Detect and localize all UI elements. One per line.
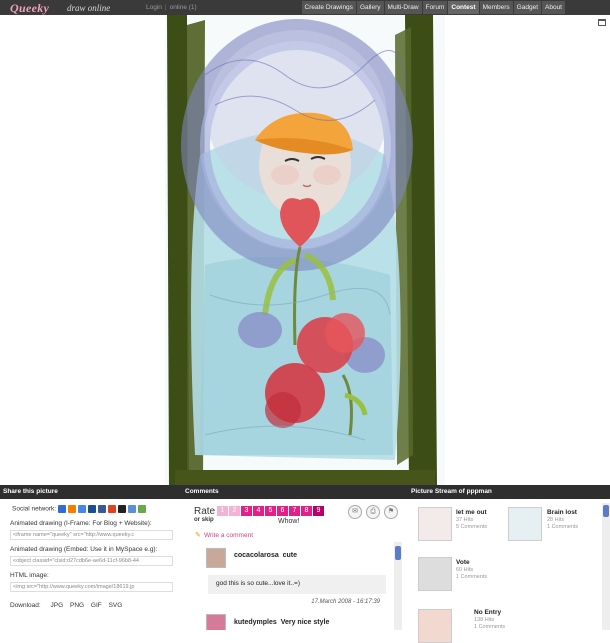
stream-hits: 60 Hits xyxy=(456,567,474,573)
google-icon[interactable] xyxy=(77,505,86,513)
rating-1[interactable]: 1 xyxy=(217,506,228,516)
iframe-code-field[interactable]: <iframe name="queeky" src="http://www.qu… xyxy=(10,530,173,540)
stream-title[interactable]: No Entry xyxy=(474,609,501,616)
online-count: online (1) xyxy=(169,4,197,11)
reddit-icon[interactable] xyxy=(137,505,146,513)
nav-members[interactable]: Members xyxy=(479,1,513,14)
download-label: Download: xyxy=(10,602,41,609)
stream-thumbnail[interactable] xyxy=(418,609,452,643)
myspace-icon[interactable] xyxy=(117,505,126,513)
html-code-field[interactable]: <img src="http://www.queeky.com/image/18… xyxy=(10,582,173,592)
login-area: Login | online (1) xyxy=(146,4,197,11)
download-row: Download: JPG PNG GIF SVG xyxy=(10,602,122,609)
nav-gallery[interactable]: Gallery xyxy=(356,1,384,14)
avatar[interactable] xyxy=(206,614,226,630)
stream-hits: 138 Hits xyxy=(474,617,495,623)
social-label: Social network: xyxy=(12,505,57,513)
rate-label: Rate xyxy=(194,506,216,517)
stream-heading: Picture Stream of pppman xyxy=(408,485,610,499)
facebook-icon[interactable] xyxy=(97,505,106,513)
blogger-icon[interactable] xyxy=(67,505,76,513)
stream-thumbnail[interactable] xyxy=(508,507,542,541)
stream-thumbnail[interactable] xyxy=(418,557,452,591)
print-icon[interactable]: ⎙ xyxy=(366,505,380,519)
comment-user[interactable]: cocacolarosa xyxy=(234,552,279,559)
rating-5[interactable]: 5 xyxy=(265,506,276,516)
rating-4[interactable]: 4 xyxy=(253,506,264,516)
stream-comments: 1 Comments xyxy=(456,574,488,580)
stream-comments: 5 Comments xyxy=(456,524,488,530)
object-code-field[interactable]: <object classid="clsid:d27cdb6e-ae6d-11c… xyxy=(10,556,173,566)
bookmark-icon[interactable]: ⚑ xyxy=(384,505,398,519)
write-comment-link[interactable]: Write a comment xyxy=(204,532,253,539)
queeky-logo[interactable]: Queeky xyxy=(10,1,49,16)
stumbleupon-icon[interactable] xyxy=(107,505,116,513)
comment-date: 17.March 2008 - 16:17:39 xyxy=(311,599,380,605)
stream-thumbnail[interactable] xyxy=(418,507,452,541)
comments-scrollbar[interactable] xyxy=(394,542,402,630)
rating-2[interactable]: 2 xyxy=(229,506,240,516)
rating-caption: Whow! xyxy=(278,518,300,525)
rating-7[interactable]: 7 xyxy=(289,506,300,516)
object-label: Animated drawing (Embed: Use it in MySpa… xyxy=(10,546,158,553)
download-gif[interactable]: GIF xyxy=(91,602,102,609)
drawing-artwork xyxy=(165,15,445,485)
download-svg[interactable]: SVG xyxy=(109,602,123,609)
rating-6[interactable]: 6 xyxy=(277,506,288,516)
top-bar: Queeky draw online Login | online (1) Crea… xyxy=(0,0,610,15)
nav-contest[interactable]: Contest xyxy=(448,1,479,14)
digg-icon[interactable] xyxy=(87,505,96,513)
stream-title[interactable]: let me out xyxy=(456,509,487,516)
login-link[interactable]: Login xyxy=(146,4,162,11)
skip-link[interactable]: or skip xyxy=(194,517,214,523)
rating-3[interactable]: 3 xyxy=(241,506,252,516)
nav-multi-draw[interactable]: Multi-Draw xyxy=(384,1,422,14)
comment-title: cute xyxy=(282,552,298,559)
stream-hits: 37 Hits xyxy=(456,517,474,523)
share-section: Social network: Animated drawing (I-Fram… xyxy=(0,499,182,630)
tagline: draw online xyxy=(67,3,111,13)
html-label: HTML image: xyxy=(10,572,49,579)
comment-header: cocacolarosa cute xyxy=(234,552,297,559)
rating-9[interactable]: 9 xyxy=(313,506,324,516)
stream-title[interactable]: Vote xyxy=(456,559,470,566)
social-row: Social network: xyxy=(12,505,148,513)
bottom-panel: Share this picture Comments Picture Stre… xyxy=(0,485,610,643)
comment-body: god this is so cute...love it..=) xyxy=(208,575,386,594)
pencil-icon: ✎ xyxy=(195,532,201,539)
download-jpg[interactable]: JPG xyxy=(51,602,64,609)
rating-bar: 1 2 3 4 5 6 7 8 9 xyxy=(217,506,325,516)
stream-comments: 1 Comments xyxy=(547,524,579,530)
avatar[interactable] xyxy=(206,548,226,568)
comments-heading: Comments xyxy=(182,485,408,499)
main-nav: Create Drawings Gallery Multi-Draw Forum… xyxy=(301,1,565,14)
picture-stream: let me out 37 Hits 5 Comments Brain lost… xyxy=(408,499,610,643)
comment-header: kutedymples Very nice style xyxy=(234,619,329,626)
iframe-label: Animated drawing (I-Frame: For Blog + We… xyxy=(10,520,152,527)
fullscreen-icon[interactable] xyxy=(598,19,606,26)
share-heading: Share this picture xyxy=(0,485,182,499)
download-png[interactable]: PNG xyxy=(70,602,84,609)
nav-forum[interactable]: Forum xyxy=(422,1,448,14)
rating-8[interactable]: 8 xyxy=(301,506,312,516)
comment-user[interactable]: kutedymples xyxy=(234,619,277,626)
email-icon[interactable]: ✉ xyxy=(348,505,362,519)
stream-hits: 28 Hits xyxy=(547,517,565,523)
nav-create-drawings[interactable]: Create Drawings xyxy=(301,1,356,14)
nav-about[interactable]: About xyxy=(542,1,565,14)
nav-gadget[interactable]: Gadget xyxy=(513,1,541,14)
comments-section: Rate or skip 1 2 3 4 5 6 7 8 9 Whow! ✉ ⎙… xyxy=(182,499,408,630)
comment-list: cocacolarosa cute god this is so cute...… xyxy=(194,542,394,630)
news-icon[interactable] xyxy=(127,505,136,513)
delicious-icon[interactable] xyxy=(57,505,66,513)
stream-title[interactable]: Brain lost xyxy=(547,509,577,516)
stream-scrollbar[interactable] xyxy=(602,503,610,630)
comment-title: Very nice style xyxy=(280,619,330,626)
